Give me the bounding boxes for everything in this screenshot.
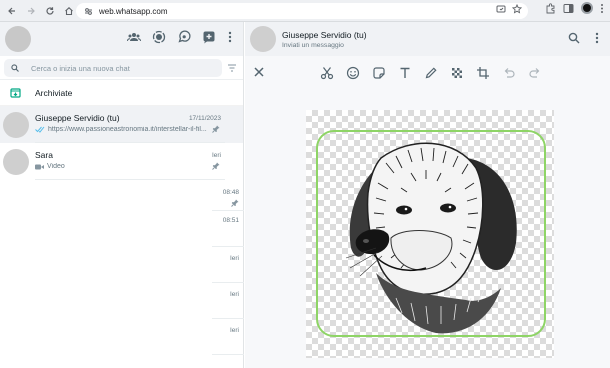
sticker-icon [373, 67, 385, 79]
draw-tool-button[interactable] [423, 65, 439, 81]
cut-tool-button[interactable] [319, 65, 335, 81]
sidebar-header [0, 22, 243, 56]
chat-time: Ieri [229, 327, 239, 334]
reload-icon [46, 6, 54, 15]
text-icon [400, 67, 410, 78]
chat-list: Giuseppe Servidio (tu) 17/11/2023 https:… [0, 106, 244, 355]
chat-list-pane: Cerca o inizia una nuova chat Archiviate… [0, 22, 244, 368]
filter-icon[interactable] [227, 64, 237, 72]
undo-icon [504, 68, 515, 78]
pin-icon [231, 199, 239, 207]
archive-icon [10, 88, 21, 98]
list-item[interactable]: 08:48 [212, 180, 244, 211]
list-item[interactable]: Ieri [212, 319, 244, 355]
pixelate-tool-button[interactable] [449, 65, 465, 81]
contact-avatar[interactable] [250, 26, 276, 52]
communities-icon[interactable] [127, 30, 141, 44]
pixelate-icon [452, 68, 462, 78]
chat-name: Sara [35, 150, 53, 160]
profile-avatar[interactable] [581, 2, 593, 14]
bookmark-star-icon[interactable] [512, 4, 522, 14]
sticker-editor-toolbar [245, 56, 610, 90]
chat-time: 08:48 [222, 189, 239, 196]
close-button[interactable] [253, 66, 265, 78]
chat-time: Ieri [229, 255, 239, 262]
video-icon [35, 164, 44, 169]
list-item[interactable]: Ieri [212, 283, 244, 319]
search-placeholder: Cerca o inizia una nuova chat [31, 63, 130, 73]
sticker-tool-button[interactable] [371, 65, 387, 81]
cast-icon[interactable] [496, 4, 506, 14]
menu-icon[interactable] [594, 32, 600, 44]
archived-label: Archiviate [35, 87, 73, 98]
contact-subtitle: Inviati un messaggio [282, 41, 344, 49]
chat-time: Ieri [229, 291, 239, 298]
emoji-icon [346, 66, 360, 80]
pencil-icon [425, 67, 437, 79]
reload-button[interactable] [41, 2, 59, 20]
conversation-pane: Giuseppe Servidio (tu) Inviati un messag… [245, 22, 610, 368]
chat-preview: Video [35, 163, 210, 170]
emoji-tool-button[interactable] [345, 65, 361, 81]
back-button[interactable] [3, 2, 21, 20]
pin-icon [212, 125, 220, 133]
chat-preview-text: https://www.passioneastronomia.it/inters… [48, 126, 207, 133]
redo-button[interactable] [527, 65, 543, 81]
double-check-icon [35, 126, 45, 133]
pin-icon [212, 162, 220, 170]
channels-icon[interactable] [177, 30, 191, 44]
text-tool-button[interactable] [397, 65, 413, 81]
home-icon [65, 6, 73, 15]
avatar [3, 148, 29, 175]
contact-name: Giuseppe Servidio (tu) [282, 29, 367, 40]
address-bar[interactable]: web.whatsapp.com [76, 3, 528, 19]
avatar [3, 111, 29, 138]
url-text: web.whatsapp.com [99, 6, 168, 16]
search-row: Cerca o inizia una nuova chat [0, 56, 243, 80]
close-icon [254, 67, 264, 77]
search-icon[interactable] [568, 32, 580, 44]
archived-row[interactable]: Archiviate [0, 80, 243, 106]
redo-icon [529, 68, 540, 78]
chat-time: Ieri [211, 152, 221, 159]
chat-time: 17/11/2023 [188, 115, 221, 122]
chat-item-sara[interactable]: Sara Ieri Video [0, 143, 243, 180]
new-chat-icon[interactable] [202, 30, 216, 44]
undo-button[interactable] [501, 65, 517, 81]
forward-button[interactable] [22, 2, 40, 20]
arrow-right-icon [28, 7, 35, 14]
chat-preview: https://www.passioneastronomia.it/inters… [35, 126, 210, 133]
browser-menu-icon[interactable] [600, 3, 604, 14]
dog-sketch-image [345, 142, 517, 334]
conversation-header: Giuseppe Servidio (tu) Inviati un messag… [245, 22, 610, 56]
status-icon[interactable] [152, 30, 166, 44]
chat-item-giuseppe[interactable]: Giuseppe Servidio (tu) 17/11/2023 https:… [0, 106, 243, 143]
sidebar-icon[interactable] [563, 3, 574, 14]
browser-toolbar: web.whatsapp.com [0, 0, 610, 22]
chat-name: Giuseppe Servidio (tu) [35, 113, 120, 123]
extensions-icon[interactable] [545, 2, 556, 14]
arrow-left-icon [8, 7, 15, 14]
search-input[interactable]: Cerca o inizia una nuova chat [4, 59, 222, 77]
contact-info[interactable]: Giuseppe Servidio (tu) Inviati un messag… [282, 30, 367, 49]
sticker-canvas[interactable] [306, 110, 554, 358]
search-icon [11, 64, 19, 72]
site-info-icon[interactable] [81, 4, 95, 18]
list-item[interactable]: 08:51 [212, 211, 244, 247]
chat-preview-text: Video [47, 163, 65, 170]
crop-tool-button[interactable] [475, 65, 491, 81]
menu-icon[interactable] [227, 30, 233, 44]
scissors-icon [320, 67, 334, 80]
chat-time: 08:51 [222, 217, 239, 224]
crop-icon [477, 67, 489, 79]
list-item[interactable]: Ieri [212, 247, 244, 283]
my-avatar[interactable] [5, 26, 31, 52]
